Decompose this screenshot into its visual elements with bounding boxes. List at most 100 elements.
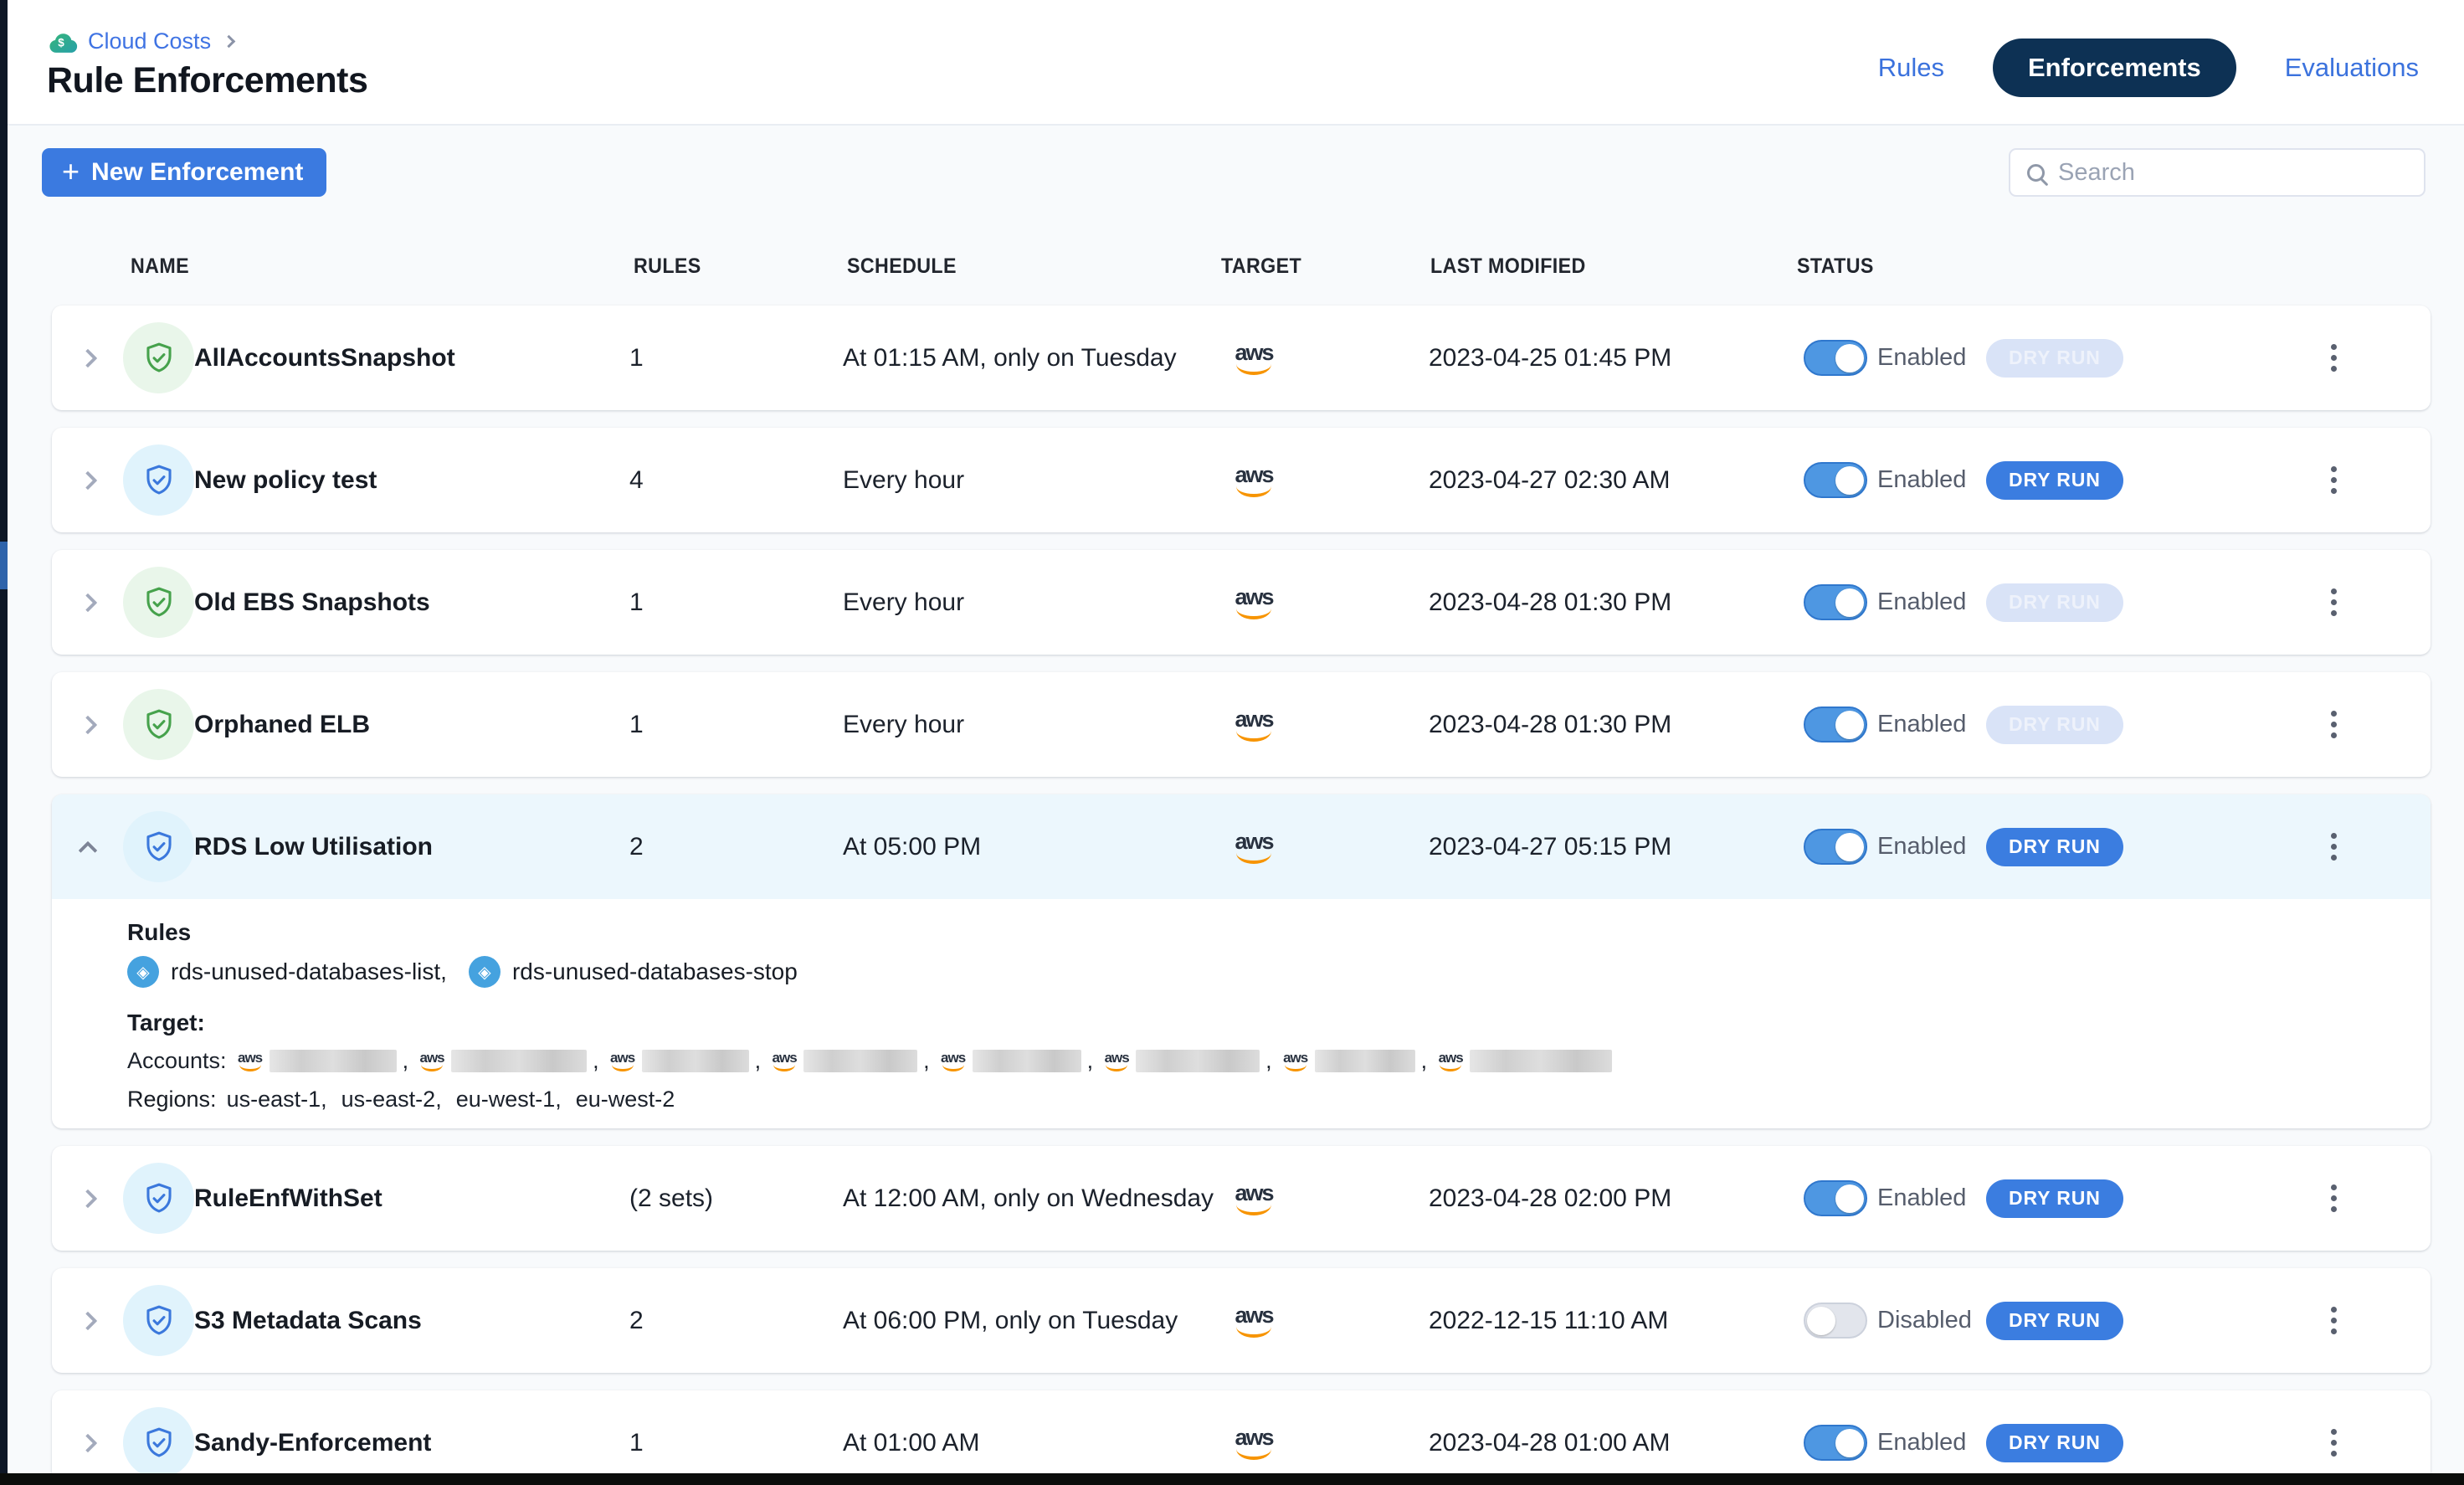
enforcement-row: S3 Metadata Scans 2 At 06:00 PM, only on… [52, 1268, 2431, 1373]
enabled-toggle[interactable] [1804, 1425, 1867, 1461]
dry-run-badge: DRY RUN [1986, 828, 2123, 866]
enforcement-row: New policy test 4 Every hour aws 2023-04… [52, 428, 2431, 532]
kebab-icon [2331, 344, 2337, 372]
aws-logo-small: aws [940, 1051, 967, 1071]
tab-rules[interactable]: Rules [1878, 53, 1944, 83]
shield-check-icon [123, 689, 194, 760]
schedule: At 01:15 AM, only on Tuesday [843, 344, 1232, 373]
column-header: RULES [634, 254, 701, 279]
accounts-label: Accounts: [127, 1048, 227, 1074]
expand-chevron-icon[interactable] [78, 715, 97, 734]
row-menu-button[interactable] [2324, 337, 2343, 378]
tab-evaluations[interactable]: Evaluations [2285, 53, 2419, 83]
redacted-account-name [1136, 1050, 1260, 1072]
expanded-details: Rules ◈rds-unused-databases-list,◈rds-un… [52, 899, 2431, 1128]
shield-check-icon [123, 567, 194, 638]
row-menu-button[interactable] [2324, 1422, 2343, 1463]
enforcements-table: NAMERULESSCHEDULETARGETLAST MODIFIEDSTAT… [52, 243, 2431, 1485]
rules-count: 1 [629, 344, 843, 373]
tab-enforcements[interactable]: Enforcements [1993, 39, 2236, 97]
enforcement-row-main[interactable]: Sandy-Enforcement 1 At 01:00 AM aws 2023… [52, 1390, 2431, 1485]
row-menu-button[interactable] [2324, 1178, 2343, 1219]
dry-run-badge: DRY RUN [1986, 1179, 2123, 1218]
new-enforcement-button[interactable]: + New Enforcement [42, 148, 326, 197]
breadcrumb[interactable]: $ Cloud Costs [48, 28, 234, 54]
aws-logo-small: aws [418, 1051, 445, 1071]
enabled-toggle[interactable] [1804, 462, 1867, 498]
enabled-toggle[interactable] [1804, 340, 1867, 376]
region-item: us-east-1, [227, 1087, 327, 1112]
toggle-knob [1835, 711, 1864, 739]
enforcement-row-main[interactable]: RuleEnfWithSet (2 sets) At 12:00 AM, onl… [52, 1146, 2431, 1251]
rules-count: 1 [629, 1429, 843, 1457]
enforcement-row-main[interactable]: AllAccountsSnapshot 1 At 01:15 AM, only … [52, 306, 2431, 410]
enabled-toggle[interactable] [1804, 1180, 1867, 1216]
aws-logo: aws [1232, 1304, 1276, 1338]
schedule: Every hour [843, 588, 1232, 617]
enabled-toggle[interactable] [1804, 707, 1867, 742]
toggle-knob [1835, 1429, 1864, 1457]
search-input[interactable] [2058, 159, 2407, 187]
search-icon [2027, 164, 2045, 182]
aws-label: aws [1235, 586, 1272, 609]
enforcement-row-main[interactable]: Old EBS Snapshots 1 Every hour aws 2023-… [52, 550, 2431, 655]
expand-chevron-icon[interactable] [78, 593, 97, 612]
kebab-icon [2331, 466, 2337, 494]
regions-list: us-east-1,us-east-2,eu-west-1,eu-west-2 [227, 1087, 675, 1112]
rule-chip-label: rds-unused-databases-list, [171, 958, 447, 985]
search-box[interactable] [2009, 148, 2426, 197]
expand-chevron-icon[interactable] [78, 840, 97, 860]
aws-logo: aws [1232, 342, 1276, 375]
expand-chevron-icon[interactable] [78, 1189, 97, 1208]
enabled-toggle[interactable] [1804, 584, 1867, 620]
row-menu-button[interactable] [2324, 582, 2343, 623]
aws-label: aws [1235, 342, 1272, 364]
rules-count: 2 [629, 833, 843, 861]
redacted-account: aws, [609, 1048, 762, 1074]
kebab-icon [2331, 1184, 2337, 1212]
schedule: At 12:00 AM, only on Wednesday [843, 1184, 1232, 1213]
toggle-knob [1835, 344, 1864, 373]
kebab-icon [2331, 1307, 2337, 1334]
rule-enforcements-screen: $ Cloud Costs Rule Enforcements RulesEnf… [0, 0, 2464, 1485]
column-header: STATUS [1797, 254, 1874, 279]
row-menu-button[interactable] [2324, 704, 2343, 745]
aws-logo: aws [1232, 708, 1276, 742]
enforcement-row-main[interactable]: S3 Metadata Scans 2 At 06:00 PM, only on… [52, 1268, 2431, 1373]
aws-logo-small: aws [609, 1051, 636, 1071]
enforcement-row: RDS Low Utilisation 2 At 05:00 PM aws 20… [52, 794, 2431, 1128]
aws-swoosh [1236, 853, 1271, 864]
aws-logo-small: aws [1103, 1051, 1130, 1071]
row-menu-button[interactable] [2324, 460, 2343, 501]
view-tabs: Rules Enforcements Evaluations [1878, 35, 2419, 100]
row-menu-button[interactable] [2324, 1300, 2343, 1341]
enforcement-name: S3 Metadata Scans [194, 1307, 629, 1335]
column-header: LAST MODIFIED [1430, 254, 1586, 279]
enforcement-name: AllAccountsSnapshot [194, 344, 629, 373]
expand-chevron-icon[interactable] [78, 348, 97, 367]
toggle-knob [1835, 833, 1864, 861]
regions-label: Regions: [127, 1086, 217, 1112]
expand-chevron-icon[interactable] [78, 1311, 97, 1330]
expand-chevron-icon[interactable] [78, 1433, 97, 1452]
scroll-indicator[interactable] [0, 542, 8, 589]
enforcement-row: RuleEnfWithSet (2 sets) At 12:00 AM, onl… [52, 1146, 2431, 1251]
status-label: Enabled [1877, 588, 1976, 616]
dry-run-badge: DRY RUN [1986, 1302, 2123, 1340]
enabled-toggle[interactable] [1804, 829, 1867, 865]
redacted-account: aws, [237, 1048, 409, 1074]
enforcement-row-main[interactable]: New policy test 4 Every hour aws 2023-04… [52, 428, 2431, 532]
svg-text:$: $ [58, 36, 64, 49]
enforcement-row: Old EBS Snapshots 1 Every hour aws 2023-… [52, 550, 2431, 655]
enabled-toggle[interactable] [1804, 1303, 1867, 1339]
status-label: Enabled [1877, 344, 1976, 372]
enforcement-rows: AllAccountsSnapshot 1 At 01:15 AM, only … [52, 306, 2431, 1485]
enforcement-row-main[interactable]: Orphaned ELB 1 Every hour aws 2023-04-28… [52, 672, 2431, 777]
status-label: Enabled [1877, 833, 1976, 861]
plus-icon: + [62, 157, 80, 187]
expand-chevron-icon[interactable] [78, 470, 97, 490]
row-menu-button[interactable] [2324, 826, 2343, 867]
region-item: eu-west-1, [456, 1087, 562, 1112]
enforcement-row-main[interactable]: RDS Low Utilisation 2 At 05:00 PM aws 20… [52, 794, 2431, 899]
breadcrumb-label[interactable]: Cloud Costs [88, 28, 211, 54]
